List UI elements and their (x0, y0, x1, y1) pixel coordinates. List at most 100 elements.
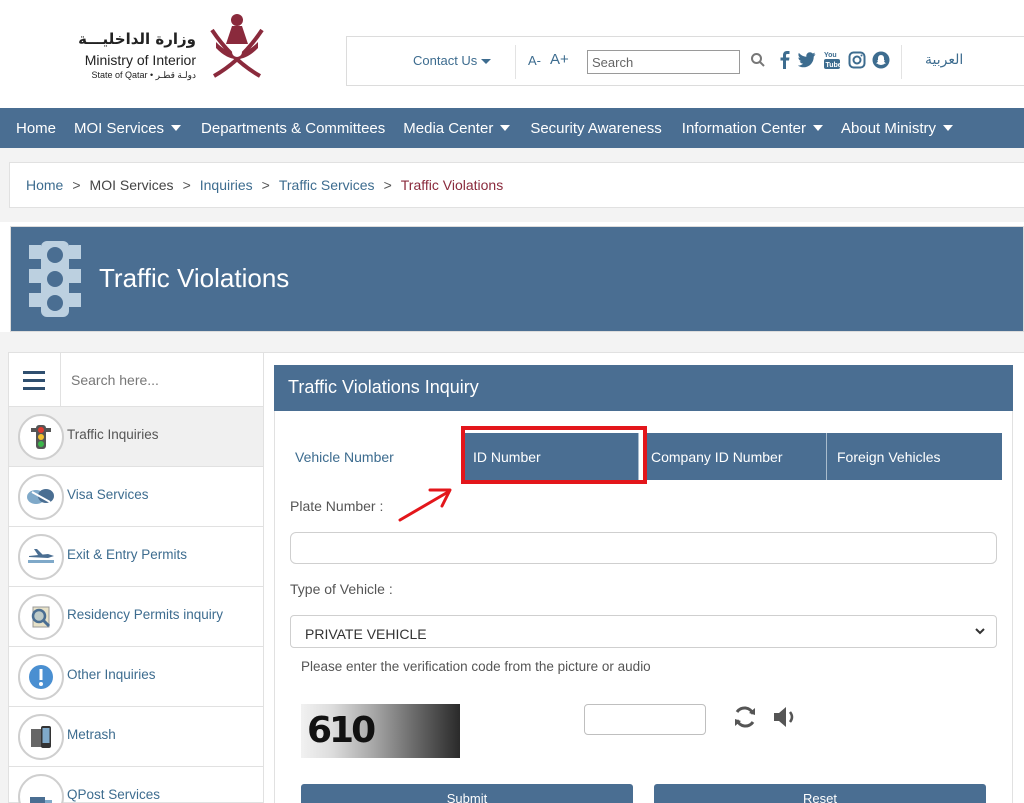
site-header: وزارة الداخليـــة Ministry of Interior S… (0, 0, 1024, 108)
twitter-icon[interactable] (797, 50, 817, 70)
captcha-input[interactable] (584, 704, 706, 735)
sidebar-item-label: Visa Services (67, 487, 149, 502)
audio-speaker-icon[interactable] (771, 703, 799, 731)
chevron-down-icon (975, 628, 985, 635)
vehicle-type-value: PRIVATE VEHICLE (305, 626, 427, 642)
nav-item-security-awareness[interactable]: Security Awareness (518, 108, 669, 148)
breadcrumb-separator: > (383, 177, 392, 193)
nav-item-label: Security Awareness (530, 119, 662, 137)
vehicle-type-select[interactable]: PRIVATE VEHICLE (290, 615, 997, 648)
snapchat-icon[interactable] (871, 50, 891, 70)
svg-text:Tube: Tube (826, 62, 842, 69)
breadcrumb-area: Home > MOI Services > Inquiries > Traffi… (0, 148, 1024, 222)
contact-us-dropdown[interactable]: Contact Us (413, 53, 492, 68)
breadcrumb-separator: > (182, 177, 191, 193)
breadcrumb-traffic-services[interactable]: Traffic Services (279, 177, 375, 193)
vehicle-type-label: Type of Vehicle : (290, 581, 393, 597)
passport-stamp-icon (18, 474, 64, 520)
nav-item-label: About Ministry (841, 119, 937, 137)
nav-item-media-center[interactable]: Media Center (393, 108, 518, 148)
page-title: Traffic Violations (99, 263, 290, 293)
logo-arabic-name: وزارة الداخليـــة (78, 30, 196, 48)
youtube-icon[interactable]: You Tube (822, 50, 842, 70)
tab-label: ID Number (473, 448, 541, 465)
instagram-icon[interactable] (847, 50, 867, 70)
search-icon[interactable] (750, 52, 766, 68)
refresh-icon[interactable] (731, 703, 759, 731)
nav-item-home[interactable]: Home (0, 108, 64, 148)
airplane-icon (18, 534, 64, 580)
breadcrumb-moi-services[interactable]: MOI Services (90, 177, 174, 193)
delivery-truck-icon (18, 774, 64, 803)
tab-label: Company ID Number (651, 448, 783, 465)
chevron-down-icon (171, 125, 182, 131)
sidebar-item-visa-services[interactable]: Visa Services (9, 467, 263, 527)
tab-id-number[interactable]: ID Number (465, 433, 639, 480)
sidebar-item-qpost-services[interactable]: QPost Services (9, 767, 263, 803)
breadcrumb-inquiries[interactable]: Inquiries (200, 177, 253, 193)
logo-english-name: Ministry of Interior (84, 52, 196, 68)
sidebar-item-metrash[interactable]: Metrash (9, 707, 263, 767)
chevron-down-icon (481, 59, 492, 65)
tab-vehicle-number[interactable]: Vehicle Number (285, 433, 461, 480)
breadcrumb: Home > MOI Services > Inquiries > Traffi… (9, 162, 1024, 208)
form-header: Traffic Violations Inquiry (274, 365, 1013, 411)
exclamation-icon (18, 654, 64, 700)
facebook-icon[interactable] (775, 50, 795, 70)
nav-item-departments[interactable]: Departments & Committees (189, 108, 393, 148)
tab-foreign-vehicles[interactable]: Foreign Vehicles (827, 433, 1002, 480)
services-sidebar: Traffic Inquiries Visa Services Exit & E… (8, 352, 264, 803)
sidebar-search-input[interactable] (71, 367, 251, 393)
font-increase-button[interactable]: A+ (550, 51, 569, 68)
nav-item-information-center[interactable]: Information Center (670, 108, 831, 148)
sidebar-item-label: Metrash (67, 727, 116, 742)
sidebar-item-other-inquiries[interactable]: Other Inquiries (9, 647, 263, 707)
sidebar-item-label: Other Inquiries (67, 667, 156, 682)
top-utility-bar: Contact Us A- A+ You Tube العربية (346, 36, 1024, 86)
breadcrumb-separator: > (261, 177, 270, 193)
submit-button[interactable]: Submit (301, 784, 633, 803)
form-title: Traffic Violations Inquiry (288, 377, 479, 397)
breadcrumb-separator: > (72, 177, 81, 193)
chevron-down-icon (500, 125, 511, 131)
chevron-down-icon (813, 125, 824, 131)
plate-number-label: Plate Number : (290, 498, 384, 514)
menu-icon[interactable] (23, 371, 47, 391)
nav-item-moi-services[interactable]: MOI Services (64, 108, 189, 148)
site-search-input[interactable] (587, 50, 740, 74)
annotation-arrow-icon (398, 488, 452, 522)
chevron-down-icon (943, 125, 954, 131)
font-decrease-button[interactable]: A- (528, 53, 541, 68)
magnifier-document-icon (18, 594, 64, 640)
divider (515, 45, 516, 79)
arabic-language-link[interactable]: العربية (925, 52, 963, 68)
captcha-image: 610 (301, 704, 460, 758)
sidebar-item-label: QPost Services (67, 787, 161, 802)
captcha-instructions: Please enter the verification code from … (301, 659, 651, 674)
moi-logo[interactable]: وزارة الداخليـــة Ministry of Interior S… (74, 12, 274, 92)
nav-item-label: Information Center (681, 119, 807, 137)
tab-label: Foreign Vehicles (837, 448, 941, 465)
nav-item-label: Home (16, 119, 57, 137)
logo-subtitle: State of Qatar • دولـة قطـر (91, 70, 196, 80)
tab-company-id-number[interactable]: Company ID Number (643, 433, 827, 480)
reset-button[interactable]: Reset (654, 784, 986, 803)
nav-item-label: MOI Services (74, 119, 165, 137)
breadcrumb-home[interactable]: Home (26, 177, 63, 193)
nav-item-about-ministry[interactable]: About Ministry (831, 108, 961, 148)
sidebar-item-label: Exit & Entry Permits (67, 547, 188, 562)
sidebar-search (9, 353, 263, 407)
sidebar-item-exit-entry-permits[interactable]: Exit & Entry Permits (9, 527, 263, 587)
contact-us-label: Contact Us (413, 53, 478, 68)
page-banner: Traffic Violations (10, 226, 1024, 332)
sidebar-item-residency-permits[interactable]: Residency Permits inquiry (9, 587, 263, 647)
tab-label: Vehicle Number (295, 448, 394, 465)
mobile-phone-icon (18, 714, 64, 760)
traffic-light-icon (29, 241, 81, 317)
sidebar-item-traffic-inquiries[interactable]: Traffic Inquiries (9, 407, 263, 467)
divider (60, 353, 61, 407)
captcha-code: 610 (307, 710, 376, 751)
nav-item-label: Departments & Committees (201, 119, 386, 137)
nav-item-label: Media Center (403, 119, 494, 137)
plate-number-input[interactable] (290, 532, 997, 564)
